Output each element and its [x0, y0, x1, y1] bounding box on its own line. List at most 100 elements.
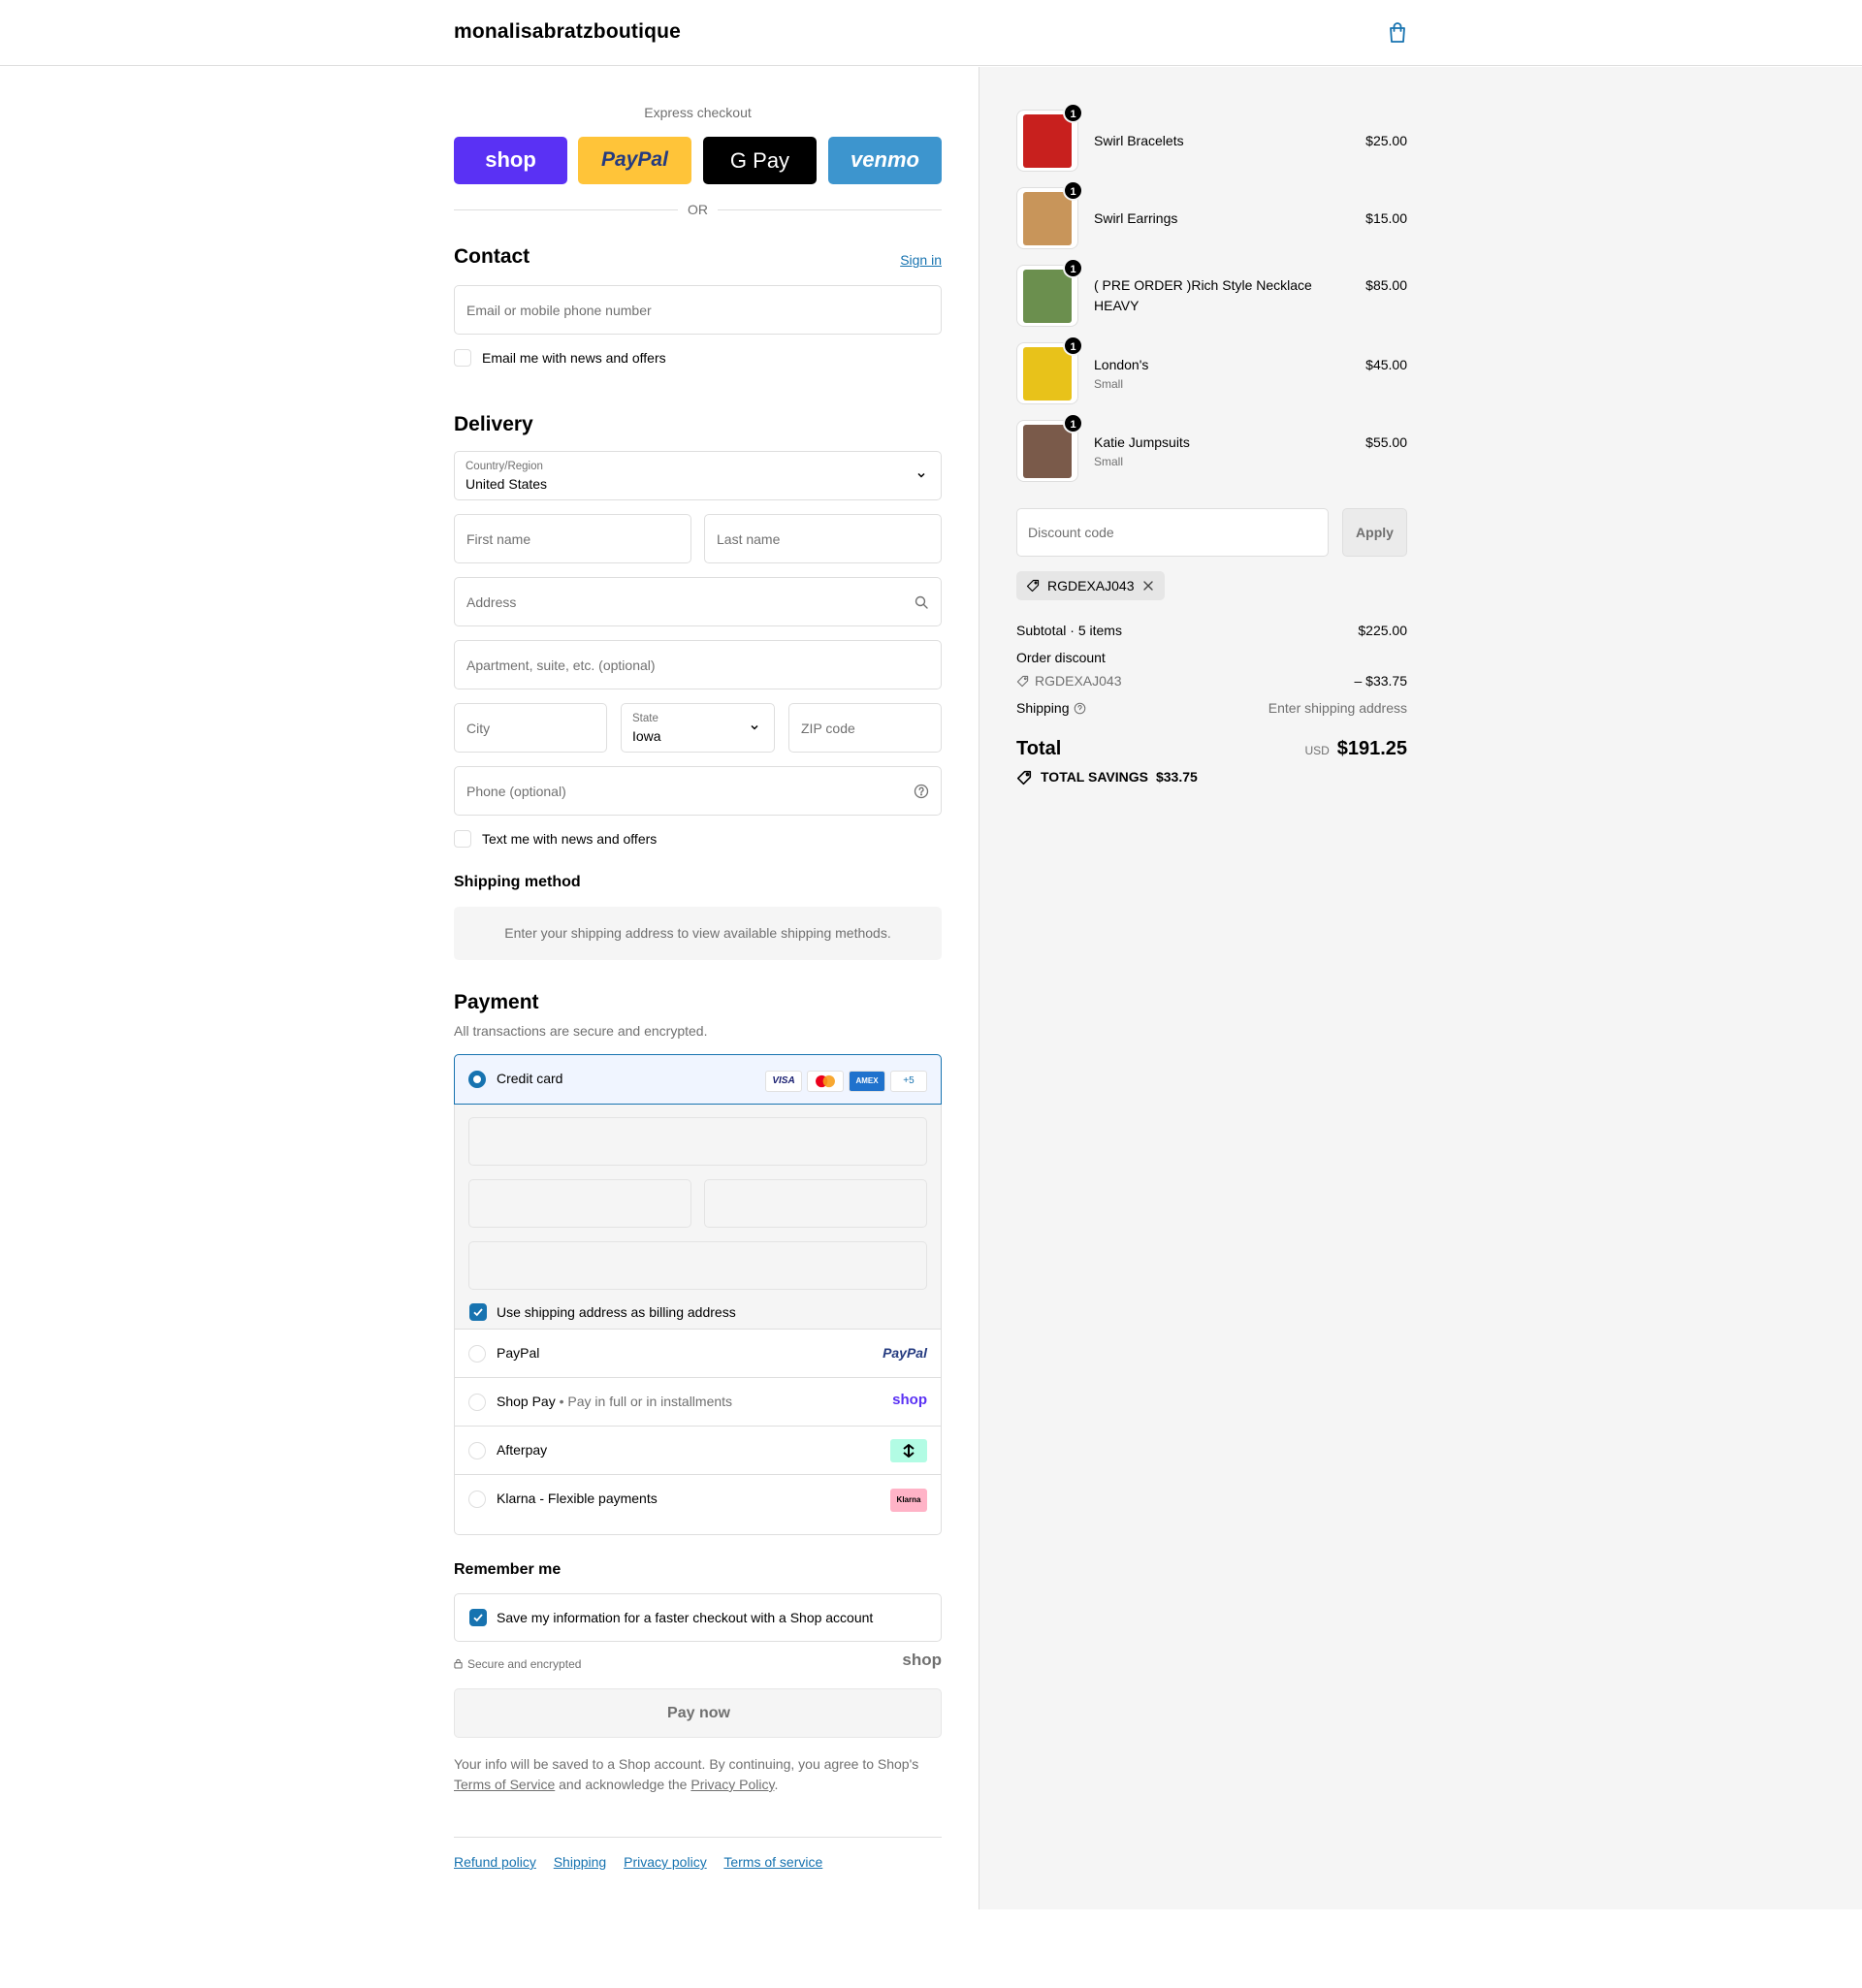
klarna-option[interactable]: Klarna - Flexible payments Klarna	[455, 1474, 941, 1534]
product-variant: Small	[1094, 455, 1124, 468]
payment-heading: Payment	[454, 991, 539, 1013]
quantity-badge: 1	[1063, 258, 1083, 278]
paypal-button[interactable]: PayPal	[578, 137, 691, 184]
zip-field[interactable]: ZIP code	[788, 703, 942, 753]
lock-icon	[454, 1658, 463, 1669]
save-info-checkbox[interactable]	[469, 1609, 487, 1626]
product-name: London's	[1094, 357, 1149, 372]
product-image	[1023, 114, 1072, 168]
address-field[interactable]: Address	[454, 577, 942, 626]
quantity-badge: 1	[1063, 103, 1083, 123]
billing-same-checkbox[interactable]	[469, 1303, 487, 1321]
expiry-field[interactable]	[468, 1179, 691, 1228]
text-news-label: Text me with news and offers	[482, 831, 658, 847]
email-news-checkbox[interactable]	[454, 349, 471, 367]
product-price: $25.00	[1365, 133, 1407, 148]
product-thumbnail: 1	[1016, 103, 1083, 172]
product-price: $15.00	[1365, 210, 1407, 226]
product-image	[1023, 425, 1072, 478]
phone-field[interactable]: Phone (optional)	[454, 766, 942, 816]
product-price: $85.00	[1365, 277, 1407, 293]
privacy-policy-link[interactable]: Privacy policy	[624, 1854, 707, 1870]
help-icon[interactable]	[1074, 702, 1086, 715]
credit-card-fields: Use shipping address as billing address	[455, 1105, 941, 1329]
save-info-label: Save my information for a faster checkou…	[497, 1610, 874, 1625]
tag-icon	[1026, 579, 1040, 593]
card-number-field[interactable]	[468, 1117, 927, 1166]
chevron-down-icon	[917, 472, 925, 478]
more-cards-badge: +5	[890, 1071, 927, 1092]
store-brand[interactable]: monalisabratzboutique	[454, 20, 681, 44]
credit-card-radio[interactable]	[468, 1071, 486, 1088]
subtotal-value: $225.00	[1358, 623, 1407, 638]
quantity-badge: 1	[1063, 336, 1083, 356]
save-info-box[interactable]: Save my information for a faster checkou…	[454, 1593, 942, 1642]
or-divider-right	[718, 209, 942, 210]
product-name: Katie Jumpsuits	[1094, 434, 1190, 450]
sign-in-link[interactable]: Sign in	[900, 252, 942, 268]
order-summary-panel	[979, 67, 1862, 1909]
afterpay-radio[interactable]	[468, 1442, 486, 1459]
footer-links: Refund policy Shipping Privacy policy Te…	[454, 1854, 942, 1870]
payment-methods: Credit card VISA AMEX +5 Use shipping ad…	[454, 1054, 942, 1535]
apartment-field[interactable]: Apartment, suite, etc. (optional)	[454, 640, 942, 689]
paypal-radio[interactable]	[468, 1345, 486, 1363]
discount-code-field[interactable]: Discount code	[1016, 508, 1329, 557]
delivery-heading: Delivery	[454, 413, 533, 435]
country-select[interactable]: Country/Region United States	[454, 451, 942, 500]
venmo-button[interactable]: venmo	[828, 137, 942, 184]
city-field[interactable]: City	[454, 703, 607, 753]
refund-policy-link[interactable]: Refund policy	[454, 1854, 536, 1870]
billing-same-label: Use shipping address as billing address	[497, 1304, 736, 1320]
quantity-badge: 1	[1063, 180, 1083, 201]
shop-pay-option[interactable]: Shop Pay • Pay in full or in installment…	[455, 1377, 941, 1426]
order-discount-label: Order discount	[1016, 650, 1106, 665]
email-field[interactable]: Email or mobile phone number	[454, 285, 942, 335]
shipping-method-heading: Shipping method	[454, 874, 581, 890]
shipping-policy-link[interactable]: Shipping	[554, 1854, 607, 1870]
shop-terms-link[interactable]: Terms of Service	[454, 1777, 555, 1792]
product-name: Swirl Bracelets	[1094, 133, 1184, 148]
secure-text: Secure and encrypted	[467, 1657, 582, 1671]
google-pay-button[interactable]: G Pay	[703, 137, 817, 184]
product-name: ( PRE ORDER )Rich Style Necklace HEAVY	[1094, 277, 1312, 313]
product-thumbnail: 1	[1016, 258, 1083, 327]
afterpay-option[interactable]: Afterpay	[455, 1426, 941, 1474]
shipping-value: Enter shipping address	[1268, 700, 1407, 716]
shop-pay-button[interactable]: shop	[454, 137, 567, 184]
close-icon[interactable]	[1142, 580, 1154, 592]
product-price: $55.00	[1365, 434, 1407, 450]
shopping-bag-icon[interactable]	[1387, 21, 1408, 45]
savings-tag-icon	[1016, 770, 1032, 786]
text-news-checkbox[interactable]	[454, 830, 471, 848]
discount-code-label: RGDEXAJ043	[1035, 673, 1122, 689]
product-thumbnail: 1	[1016, 413, 1083, 482]
total-value: $191.25	[1336, 738, 1407, 759]
product-image	[1023, 347, 1072, 401]
credit-card-option[interactable]: Credit card VISA AMEX +5	[454, 1054, 942, 1105]
remember-me-heading: Remember me	[454, 1561, 562, 1578]
last-name-field[interactable]: Last name	[704, 514, 942, 563]
site-header: monalisabratzboutique	[0, 0, 1862, 66]
amex-icon: AMEX	[849, 1071, 885, 1092]
pay-now-button[interactable]: Pay now	[454, 1688, 942, 1738]
terms-of-service-link[interactable]: Terms of service	[723, 1854, 822, 1870]
shipping-method-notice: Enter your shipping address to view avai…	[454, 907, 942, 960]
apply-button[interactable]: Apply	[1342, 508, 1407, 557]
total-value-group: USD $191.25	[1304, 738, 1407, 760]
shop-privacy-link[interactable]: Privacy Policy	[690, 1777, 774, 1792]
visa-icon: VISA	[765, 1071, 802, 1092]
klarna-radio[interactable]	[468, 1491, 486, 1508]
afterpay-icon	[890, 1439, 927, 1462]
state-select[interactable]: State Iowa	[621, 703, 775, 753]
help-icon[interactable]	[914, 784, 929, 799]
first-name-field[interactable]: First name	[454, 514, 691, 563]
shop-logo: shop	[902, 1651, 942, 1669]
tag-icon	[1016, 675, 1029, 688]
paypal-option[interactable]: PayPal PayPal	[455, 1329, 941, 1377]
shop-pay-radio[interactable]	[468, 1394, 486, 1411]
name-on-card-field[interactable]	[468, 1241, 927, 1290]
klarna-logo: Klarna	[890, 1489, 927, 1512]
total-savings: TOTAL SAVINGS $33.75	[1041, 769, 1198, 785]
security-code-field[interactable]	[704, 1179, 927, 1228]
